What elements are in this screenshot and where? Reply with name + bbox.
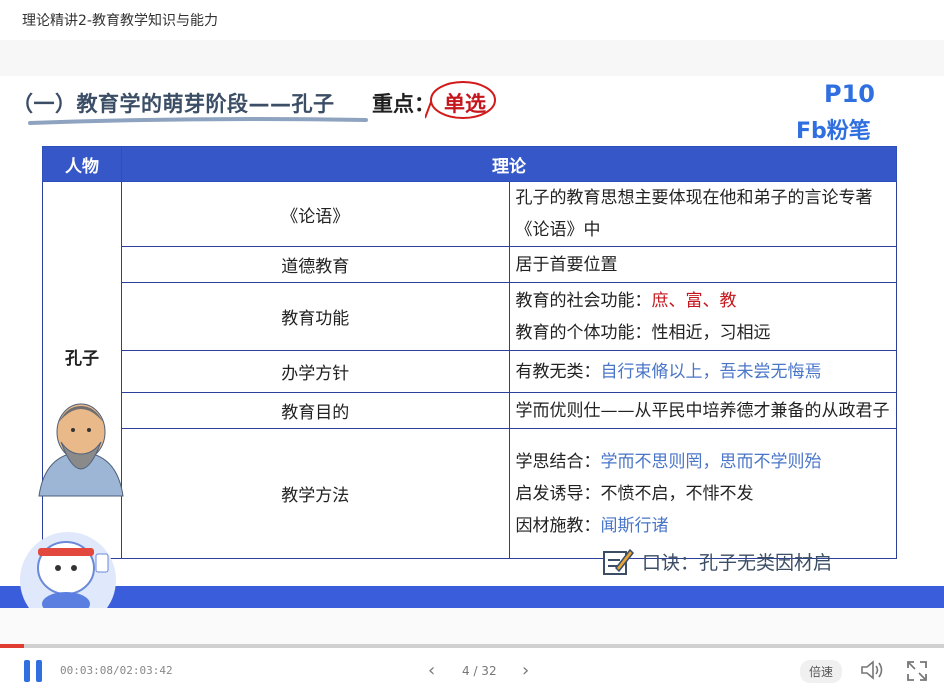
heading-dash: —— [248, 92, 292, 116]
heading-brush-underline [28, 117, 368, 125]
theory-line: 有教无类：自行束脩以上，吾未尝无悔焉 [516, 356, 891, 388]
table-row: 教育目的 学而优则仕——从平民中培养德才兼备的从政君子 [43, 392, 897, 429]
topic-cell: 办学方针 [121, 350, 510, 393]
speed-button[interactable]: 倍速 [800, 660, 843, 683]
theory-line: 居于首要位置 [516, 249, 891, 281]
theory-cell: 孔子的教育思想主要体现在他和弟子的言论专著《论语》中 [508, 181, 897, 247]
next-page-icon[interactable]: › [522, 660, 529, 681]
theory-cell: 有教无类：自行束脩以上，吾未尝无悔焉 [508, 350, 897, 393]
theory-text: 因材施教： [515, 515, 601, 536]
theory-text: 居于首要位置 [515, 254, 618, 275]
topic-cell: 道德教育 [121, 246, 510, 283]
window-title: 理论精讲2-教育教学知识与能力 [22, 13, 218, 29]
header-theory: 理论 [121, 146, 897, 182]
theory-text: 庶、富、教 [651, 290, 737, 311]
theory-line: 孔子的教育思想主要体现在他和弟子的言论专著《论语》中 [516, 182, 891, 246]
prev-page-icon[interactable]: ‹ [428, 660, 435, 681]
theory-line: 学而优则仕——从平民中培养德才兼备的从政君子 [516, 395, 891, 427]
slide-heading: （一）教育学的萌芽阶段——孔子 [12, 88, 335, 118]
fenbi-logo: Fb粉笔 [796, 119, 871, 144]
title-gap [0, 40, 944, 76]
mnemonic-text: 口诀：孔子无类因材启 [642, 552, 833, 574]
theory-line: 因材施教：闻斯行诸 [516, 510, 891, 542]
title-bar: 理论精讲2-教育教学知识与能力 [0, 0, 944, 40]
header-person: 人物 [42, 146, 122, 182]
theory-line: 启发诱导：不愤不启，不悱不发 [516, 478, 891, 510]
pause-button[interactable] [22, 660, 44, 682]
key-point-value: 单选 [444, 92, 486, 116]
topic-cell: 教育目的 [121, 392, 510, 429]
player-controls: 00:03:08/02:03:42 ‹ 4 / 32 › 倍速 [0, 648, 944, 692]
theory-text: 自行束脩以上，吾未尝无悔焉 [600, 361, 822, 382]
theory-line: 教育的社会功能：庶、富、教 [516, 285, 891, 317]
theory-cell: 教育的社会功能：庶、富、教教育的个体功能：性相近，习相远 [508, 282, 897, 351]
theory-line: 教育的个体功能：性相近，习相远 [516, 317, 891, 349]
theory-text: 学而不思则罔，思而不学则殆 [600, 451, 822, 472]
theory-text: 学思结合： [515, 451, 601, 472]
volume-icon[interactable] [860, 660, 884, 684]
slide-footer-band [0, 586, 944, 608]
playback-time: 00:03:08/02:03:42 [60, 664, 173, 677]
theory-text: 闻斯行诸 [600, 515, 669, 536]
heading-person: 孔子 [291, 92, 335, 116]
fullscreen-icon[interactable] [906, 660, 928, 686]
heading-text: （一）教育学的萌芽阶段 [12, 92, 249, 116]
person-cell: 孔子 [38, 181, 124, 559]
mascot-image [20, 532, 116, 608]
topic-cell: 教学方法 [121, 428, 510, 559]
theory-cell: 学而优则仕——从平民中培养德才兼备的从政君子 [508, 392, 897, 429]
theory-text: 教育的社会功能： [515, 290, 652, 311]
mnemonic: 口诀：孔子无类因材启 [602, 546, 832, 581]
pencil-note-icon [602, 546, 634, 581]
page-indicator: 4 / 32 [462, 664, 497, 678]
person-name: 孔子 [65, 349, 99, 369]
table-row: 教育功能 教育的社会功能：庶、富、教教育的个体功能：性相近，习相远 [43, 282, 897, 351]
slide: （一）教育学的萌芽阶段——孔子 重点： 单选 P10 Fb粉笔 人物 理论 孔子… [0, 76, 944, 644]
theory-text: 孔子的教育思想主要体现在他和弟子的言论专著《论语》中 [515, 188, 873, 240]
topic-cell: 教育功能 [121, 282, 510, 351]
theory-text: 教育的个体功能：性相近，习相远 [515, 322, 771, 343]
table-row: 教学方法 学思结合：学而不思则罔，思而不学则殆 启发诱导：不愤不启，不悱不发 因材施教… [43, 428, 897, 559]
slide-footer-gap [0, 608, 944, 644]
table-row: 办学方针 有教无类：自行束脩以上，吾未尝无悔焉 [43, 350, 897, 393]
theory-cell: 居于首要位置 [508, 246, 897, 283]
confucius-portrait [38, 403, 124, 497]
theory-text: 有教无类： [515, 361, 601, 382]
theory-line: 学思结合：学而不思则罔，思而不学则殆 [516, 446, 891, 478]
table-row: 孔子 《论语》 孔子的教育思想主要体现在他和弟子的言论专著《论语》中 [38, 181, 897, 559]
theory-text: 启发诱导：不愤不启，不悱不发 [515, 483, 754, 504]
table-row: 道德教育 居于首要位置 [43, 246, 897, 283]
topic-cell: 《论语》 [121, 181, 510, 247]
theory-table: 人物 理论 孔子 《论语》 孔子的教育思想主要体现在他和弟子的言论专著《论语》中 道德… [38, 146, 897, 559]
page-label: P10 [824, 80, 875, 108]
theory-cell: 学思结合：学而不思则罔，思而不学则殆 启发诱导：不愤不启，不悱不发 因材施教：闻斯行… [508, 428, 897, 559]
theory-text: 学而优则仕——从平民中培养德才兼备的从政君子 [515, 400, 890, 421]
